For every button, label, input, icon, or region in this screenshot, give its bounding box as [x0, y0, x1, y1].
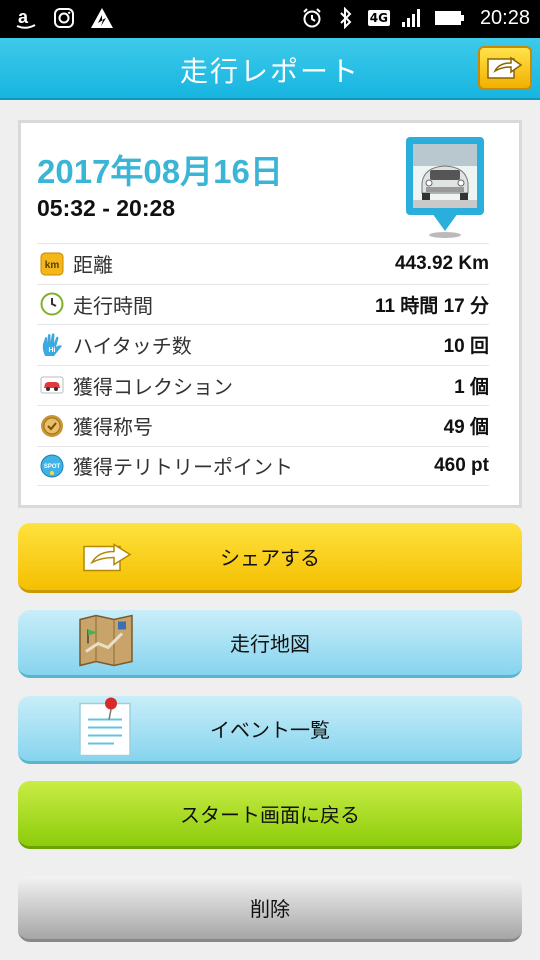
- stat-value: 49 個: [443, 417, 489, 439]
- stat-row-titles: 獲得称号 49 個: [37, 405, 489, 446]
- svg-text:Hi: Hi: [49, 347, 56, 354]
- signal-icon: [400, 6, 424, 30]
- share-icon: [485, 51, 525, 85]
- stat-row-territory: SPOT 獲得テリトリーポイント 460 pt: [37, 445, 489, 486]
- report-time-range: 05:32 - 20:28: [37, 195, 176, 221]
- medal-icon: [39, 413, 65, 439]
- drive-map-button[interactable]: 走行地図: [18, 610, 522, 678]
- memo-pin-icon: [78, 695, 134, 762]
- svg-text:km: km: [45, 260, 60, 271]
- triangle-app-icon: [90, 6, 114, 30]
- page-title: 走行レポート: [179, 55, 360, 88]
- stat-label: 獲得コレクション: [73, 374, 233, 399]
- stat-row-hi-five: Hi ハイタッチ数 10 回: [37, 324, 489, 365]
- stat-value: 11 時間 17 分: [374, 295, 489, 317]
- km-icon: km: [39, 251, 65, 277]
- stat-label: ハイタッチ数: [73, 334, 192, 359]
- stat-label: 獲得テリトリーポイント: [73, 455, 293, 480]
- share-icon: [78, 534, 136, 579]
- stat-row-distance: km 距離 443.92 Km: [37, 243, 489, 284]
- stat-label: 距離: [73, 253, 113, 278]
- drive-map-button-label: 走行地図: [230, 632, 310, 656]
- status-time: 20:28: [479, 6, 530, 29]
- svg-text:a: a: [18, 7, 29, 27]
- amazon-icon: a: [14, 6, 38, 30]
- car-collection-icon: [39, 372, 65, 398]
- svg-text:SPOT: SPOT: [44, 464, 61, 470]
- report-card: 2017年08月16日 05:32 - 20:28 km 距離 443.92 K…: [18, 120, 522, 508]
- event-list-button-label: イベント一覧: [210, 718, 330, 742]
- stat-value: 1 個: [454, 376, 489, 398]
- stat-label: 走行時間: [73, 293, 153, 318]
- stats-list: km 距離 443.92 Km 走行時間 11 時間 17 分 Hi ハイタッチ…: [37, 243, 489, 486]
- alarm-icon: [300, 6, 324, 30]
- network-type: 4G: [367, 10, 390, 26]
- stat-value: 10 回: [443, 336, 489, 358]
- stat-row-drive-time: 走行時間 11 時間 17 分: [37, 283, 489, 325]
- stat-row-collection: 獲得コレクション 1 個: [37, 364, 489, 406]
- event-list-button[interactable]: イベント一覧: [18, 696, 522, 764]
- status-bar-right: 4G 20:28: [300, 6, 530, 30]
- back-to-start-button-label: スタート画面に戻る: [180, 803, 360, 827]
- status-bar: a 4G 20:28: [0, 0, 540, 38]
- report-date: 2017年08月16日: [37, 153, 283, 190]
- share-button-label: シェアする: [220, 546, 320, 570]
- hi-five-icon: Hi: [39, 332, 65, 358]
- header-share-button[interactable]: [478, 46, 532, 90]
- bluetooth-icon: [334, 6, 358, 30]
- instagram-icon: [52, 6, 76, 30]
- stat-label: 獲得称号: [73, 415, 153, 440]
- status-bar-left: a: [14, 6, 114, 30]
- map-icon: [78, 613, 134, 672]
- back-to-start-button[interactable]: スタート画面に戻る: [18, 781, 522, 849]
- stat-value: 443.92 Km: [394, 252, 489, 274]
- delete-button-label: 削除: [250, 897, 290, 921]
- spot-icon: SPOT: [39, 453, 65, 479]
- stat-value: 460 pt: [434, 454, 489, 476]
- battery-icon: [434, 6, 466, 30]
- clock-icon: [39, 291, 65, 317]
- app-header: 走行レポート: [0, 38, 540, 100]
- share-button[interactable]: シェアする: [18, 523, 522, 593]
- delete-button[interactable]: 削除: [18, 876, 522, 942]
- car-pin-icon[interactable]: [404, 135, 486, 239]
